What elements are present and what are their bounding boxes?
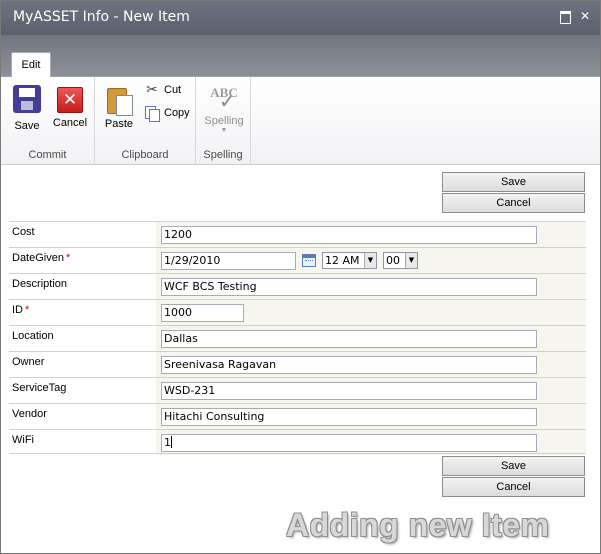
window-title: MyASSET Info - New Item <box>13 9 190 25</box>
ribbon-cancel-button[interactable]: ✕ Cancel <box>48 85 92 129</box>
field-label-vendor: Vendor <box>9 404 156 429</box>
ribbon-tab-strip: Edit <box>1 35 600 77</box>
field-label-description: Description <box>9 274 156 299</box>
required-marker: * <box>25 304 30 316</box>
ribbon-spelling-button[interactable]: ABC ✓ Spelling ▼ <box>201 85 247 135</box>
field-label-cost: Cost <box>9 222 156 247</box>
copy-icon <box>144 105 160 122</box>
id-input[interactable]: 1000 <box>161 304 244 322</box>
field-label-owner: Owner <box>9 352 156 377</box>
dialog-window: MyASSET Info - New Item ✕ Edit Save ✕ Ca… <box>0 0 601 554</box>
caption-overlay: Adding new Item <box>286 507 550 543</box>
form-cancel-button-bottom[interactable]: Cancel <box>442 477 585 497</box>
form-save-button-top[interactable]: Save <box>442 172 585 192</box>
ribbon-group-clipboard: Paste ✂ Cut Copy Clipboard <box>95 77 196 165</box>
field-row-wifi: WiFi 1 <box>9 429 586 455</box>
field-row-vendor: Vendor Hitachi Consulting <box>9 403 586 429</box>
ribbon-copy-label: Copy <box>164 107 190 119</box>
ribbon-cut-label: Cut <box>164 84 182 96</box>
save-icon <box>13 85 41 113</box>
ribbon-paste-button[interactable]: Paste <box>97 85 141 130</box>
calendar-icon[interactable] <box>302 254 316 267</box>
ribbon-save-label: Save <box>14 120 40 132</box>
ribbon-group-spelling: ABC ✓ Spelling ▼ Spelling <box>196 77 251 165</box>
group-label-clipboard: Clipboard <box>121 149 169 161</box>
ribbon-paste-label: Paste <box>104 118 134 130</box>
minute-select[interactable]: 00 ▼ <box>383 252 418 269</box>
field-label-location: Location <box>9 326 156 351</box>
group-label-commit: Commit <box>28 149 67 161</box>
text-caret <box>171 436 172 448</box>
field-row-description: Description WCF BCS Testing <box>9 273 586 299</box>
paste-icon <box>106 85 133 116</box>
form-divider <box>9 453 586 454</box>
field-row-id: ID * 1000 <box>9 299 586 325</box>
field-row-dategiven: DateGiven * 1/29/2010 12 AM ▼ 00 ▼ <box>9 247 586 273</box>
group-label-spelling: Spelling <box>203 149 243 161</box>
title-bar: MyASSET Info - New Item ✕ <box>1 1 600 35</box>
form-cancel-button-top[interactable]: Cancel <box>442 193 585 213</box>
ribbon-save-button[interactable]: Save <box>5 85 49 132</box>
ribbon-spelling-label: Spelling <box>204 115 244 127</box>
cancel-icon: ✕ <box>57 87 83 113</box>
wifi-input[interactable]: 1 <box>161 434 537 452</box>
required-marker: * <box>65 252 71 264</box>
description-input[interactable]: WCF BCS Testing <box>161 278 537 296</box>
field-row-location: Location Dallas <box>9 325 586 351</box>
field-label-servicetag: ServiceTag <box>9 378 156 403</box>
location-input[interactable]: Dallas <box>161 330 537 348</box>
hour-select[interactable]: 12 AM ▼ <box>322 252 377 269</box>
field-row-cost: Cost 1200 <box>9 221 586 247</box>
vendor-input[interactable]: Hitachi Consulting <box>161 408 537 426</box>
chevron-down-icon: ▼ <box>405 253 417 268</box>
ribbon: Save ✕ Cancel Commit Paste ✂ Cut Copy Cl… <box>1 77 600 165</box>
ribbon-copy-button[interactable]: Copy <box>144 104 190 122</box>
close-icon[interactable]: ✕ <box>579 10 591 22</box>
cost-input[interactable]: 1200 <box>161 226 537 244</box>
owner-input[interactable]: Sreenivasa Ragavan <box>161 356 537 374</box>
field-row-owner: Owner Sreenivasa Ragavan <box>9 351 586 377</box>
dategiven-input[interactable]: 1/29/2010 <box>161 252 296 270</box>
maximize-icon[interactable] <box>559 10 571 24</box>
form-save-button-bottom[interactable]: Save <box>442 456 585 476</box>
spelling-icon: ABC ✓ <box>210 85 238 113</box>
chevron-down-icon: ▼ <box>364 253 376 268</box>
chevron-down-icon: ▼ <box>220 127 228 134</box>
cut-icon: ✂ <box>146 82 158 98</box>
tab-edit[interactable]: Edit <box>11 52 51 77</box>
field-label-id: ID * <box>9 300 156 325</box>
ribbon-cancel-label: Cancel <box>52 117 88 129</box>
ribbon-cut-button[interactable]: ✂ Cut <box>144 81 181 99</box>
servicetag-input[interactable]: WSD-231 <box>161 382 537 400</box>
ribbon-group-commit: Save ✕ Cancel Commit <box>1 77 95 165</box>
field-row-servicetag: ServiceTag WSD-231 <box>9 377 586 403</box>
field-label-wifi: WiFi <box>9 430 156 455</box>
field-label-dategiven: DateGiven * <box>9 248 156 273</box>
